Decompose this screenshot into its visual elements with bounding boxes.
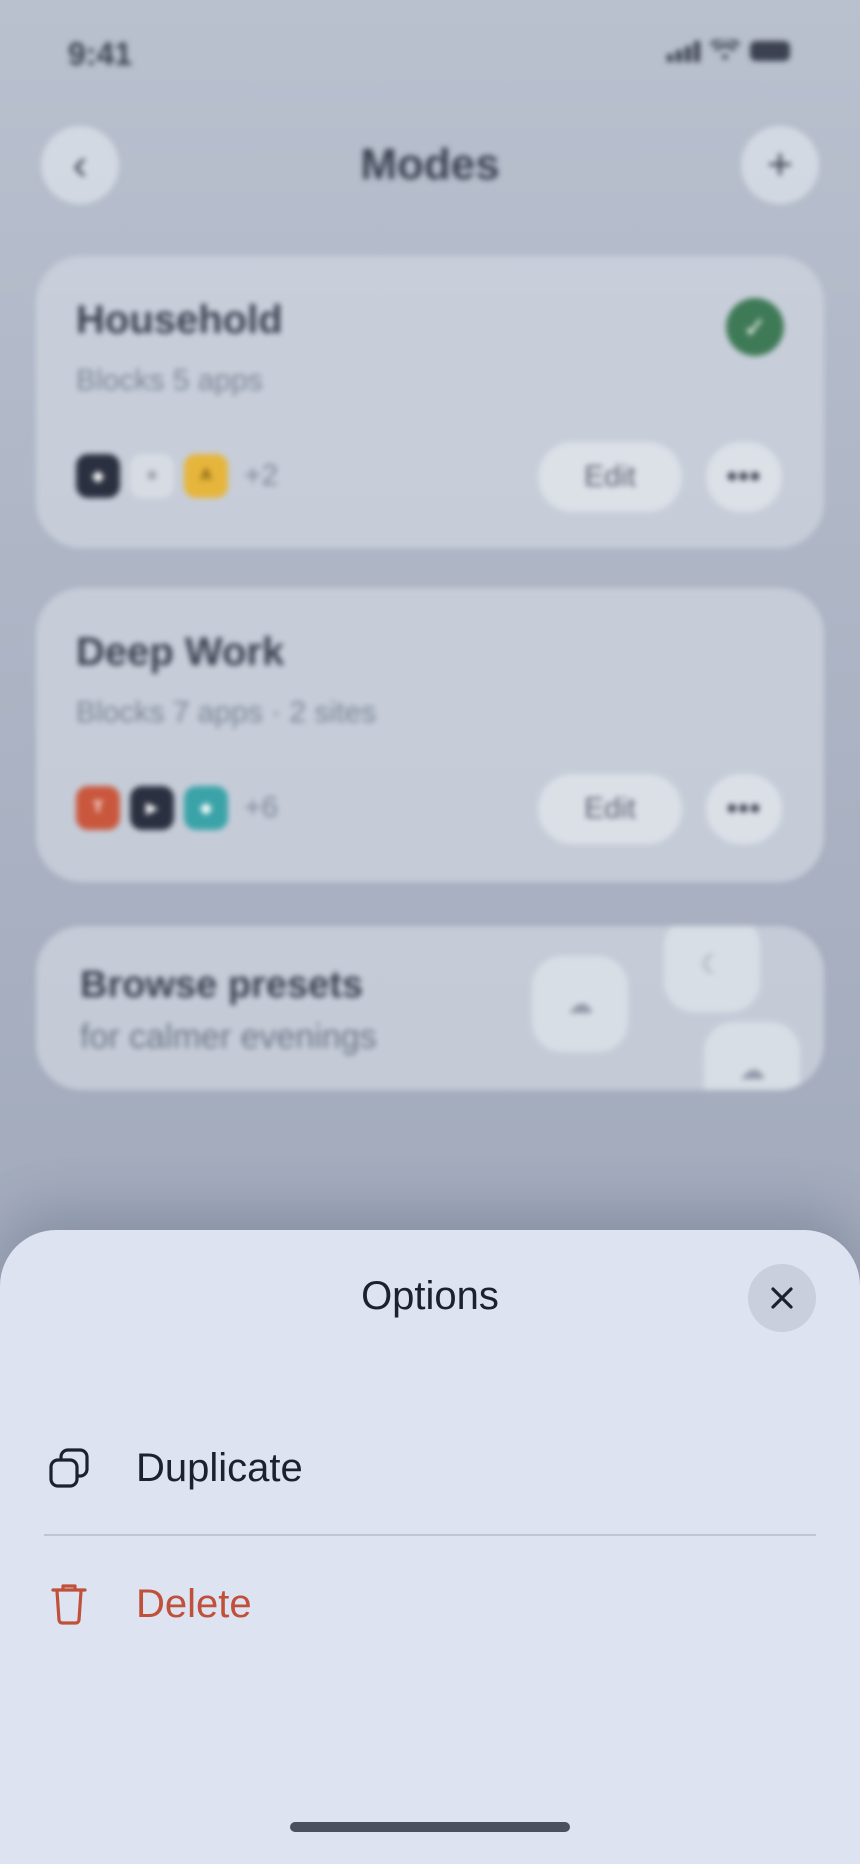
- mode-card-household[interactable]: Household Blocks 5 apps ✓ ◆ ■ A +2 Edit …: [36, 256, 824, 548]
- mode-name: Deep Work: [76, 630, 285, 674]
- extra-apps-count: +2: [244, 459, 279, 492]
- options-sheet: Options Duplicate Delete: [0, 1230, 860, 1864]
- app-icon: A: [184, 454, 228, 498]
- edit-button[interactable]: Edit: [538, 774, 682, 844]
- more-options-button[interactable]: •••: [706, 442, 782, 512]
- app-icon: ◆: [184, 786, 228, 830]
- app-icon: ■: [130, 454, 174, 498]
- trash-icon: [44, 1579, 94, 1629]
- phone-screen: 9:41 ‹ Modes + Household Blocks 5 apps ✓: [0, 0, 860, 1864]
- more-options-button[interactable]: •••: [706, 774, 782, 844]
- status-time: 9:41: [68, 36, 133, 72]
- mode-subtitle: Blocks 5 apps: [76, 364, 263, 397]
- battery-icon: [750, 41, 790, 61]
- duplicate-option[interactable]: Duplicate: [44, 1418, 816, 1518]
- wifi-icon: [710, 40, 740, 60]
- mode-subtitle: Blocks 7 apps · 2 sites: [76, 696, 377, 729]
- blocked-app-icons: T ▶ ◆ +6: [76, 786, 278, 830]
- sheet-title: Options: [361, 1274, 499, 1318]
- duplicate-icon: [44, 1443, 94, 1493]
- add-mode-button[interactable]: +: [741, 126, 819, 204]
- app-icon: T: [76, 786, 120, 830]
- signal-icon: [667, 40, 700, 62]
- plus-icon: +: [767, 140, 793, 189]
- edit-button[interactable]: Edit: [538, 442, 682, 512]
- duplicate-label: Duplicate: [136, 1445, 303, 1490]
- inactive-check-icon[interactable]: [726, 628, 784, 686]
- page-title: Modes: [360, 140, 500, 189]
- status-icons: [667, 40, 790, 62]
- cloud-icon: ☁: [532, 956, 628, 1052]
- app-icon: ◆: [76, 454, 120, 498]
- blocked-app-icons: ◆ ■ A +2: [76, 454, 278, 498]
- app-icon: ▶: [130, 786, 174, 830]
- cloud-icon: ☁: [704, 1022, 800, 1090]
- presets-subtitle: for calmer evenings: [80, 1018, 377, 1056]
- divider: [44, 1534, 816, 1536]
- active-check-icon[interactable]: ✓: [726, 298, 784, 356]
- close-icon: [771, 1287, 793, 1309]
- delete-option[interactable]: Delete: [44, 1554, 816, 1654]
- presets-card[interactable]: Browse presets for calmer evenings ☁ ☾ ☁: [36, 926, 824, 1090]
- presets-title: Browse presets: [80, 964, 364, 1006]
- extra-apps-count: +6: [244, 791, 279, 824]
- mode-card-deep-work[interactable]: Deep Work Blocks 7 apps · 2 sites T ▶ ◆ …: [36, 588, 824, 882]
- close-button[interactable]: [748, 1264, 816, 1332]
- mode-name: Household: [76, 298, 283, 342]
- delete-label: Delete: [136, 1581, 252, 1626]
- home-indicator: [290, 1822, 570, 1832]
- moon-icon: ☾: [664, 926, 760, 1012]
